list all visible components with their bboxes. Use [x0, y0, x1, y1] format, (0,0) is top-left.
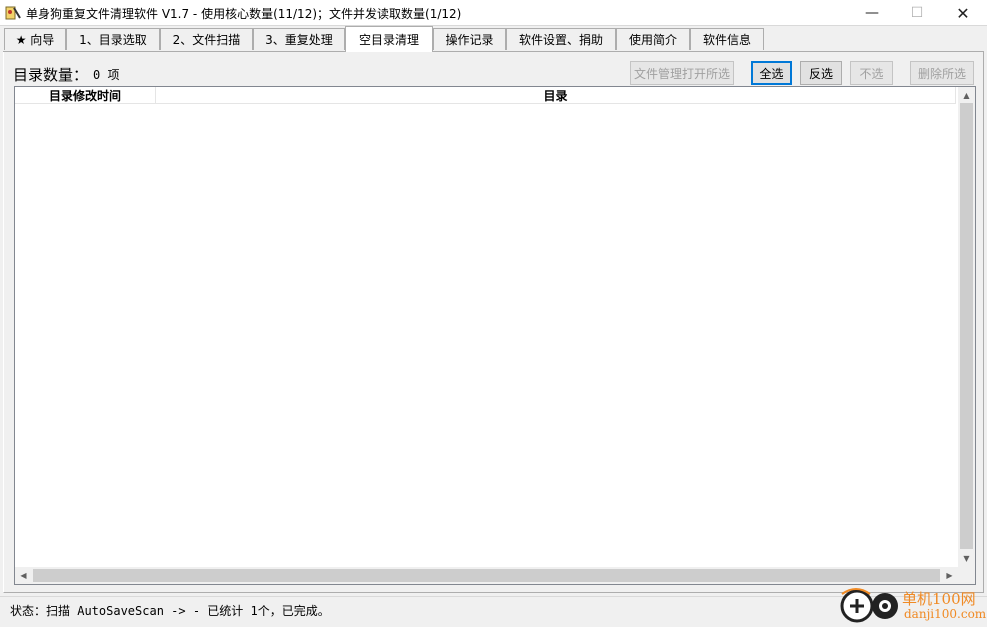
- close-button[interactable]: ✕: [940, 0, 986, 26]
- delete-selected-button[interactable]: 删除所选: [910, 61, 974, 85]
- maximize-button[interactable]: ☐: [894, 0, 940, 26]
- status-text: 状态：扫描 AutoSaveScan -> - 已统计 1个，已完成。: [10, 604, 330, 618]
- open-in-explorer-button[interactable]: 文件管理打开所选: [630, 61, 734, 85]
- tab-empty-dir-cleanup[interactable]: 空目录清理: [345, 26, 433, 52]
- window-title: 单身狗重复文件清理软件 V1.7 - 使用核心数量(11/12)；文件并发读取数…: [26, 7, 462, 21]
- tab-usage-intro[interactable]: 使用简介: [616, 28, 690, 50]
- column-header-modified-time[interactable]: 目录修改时间: [15, 87, 156, 104]
- scroll-up-arrow-icon[interactable]: ▲: [958, 87, 975, 104]
- tab-settings-donate[interactable]: 软件设置、捐助: [506, 28, 616, 50]
- watermark-site-name: 单机100网: [902, 590, 976, 608]
- tab-duplicate-handling[interactable]: 3、重复处理: [253, 28, 345, 50]
- vertical-scroll-thumb[interactable]: [960, 103, 973, 549]
- scroll-left-arrow-icon[interactable]: ◀: [15, 567, 32, 584]
- scrollbar-corner: [958, 567, 975, 584]
- minimize-button[interactable]: —: [849, 0, 895, 26]
- tab-file-scan[interactable]: 2、文件扫描: [160, 28, 253, 50]
- tab-software-info[interactable]: 软件信息: [690, 28, 764, 50]
- dir-count-value: 0 项: [93, 68, 120, 82]
- app-icon: [5, 6, 21, 20]
- select-none-button[interactable]: 不选: [850, 61, 893, 85]
- select-all-button[interactable]: 全选: [751, 61, 792, 85]
- dir-count-label: 目录数量：: [13, 66, 89, 84]
- invert-selection-button[interactable]: 反选: [800, 61, 842, 85]
- horizontal-scroll-thumb[interactable]: [33, 569, 940, 582]
- watermark-site-url: danji100.com: [904, 607, 987, 621]
- tab-directory-select[interactable]: 1、目录选取: [66, 28, 160, 50]
- column-header-directory[interactable]: 目录: [156, 87, 956, 104]
- tab-wizard[interactable]: ★ 向导: [4, 28, 66, 50]
- scroll-down-arrow-icon[interactable]: ▼: [958, 550, 975, 567]
- directory-list[interactable]: [14, 86, 976, 585]
- scroll-right-arrow-icon[interactable]: ▶: [941, 567, 958, 584]
- tab-operation-log[interactable]: 操作记录: [433, 28, 506, 50]
